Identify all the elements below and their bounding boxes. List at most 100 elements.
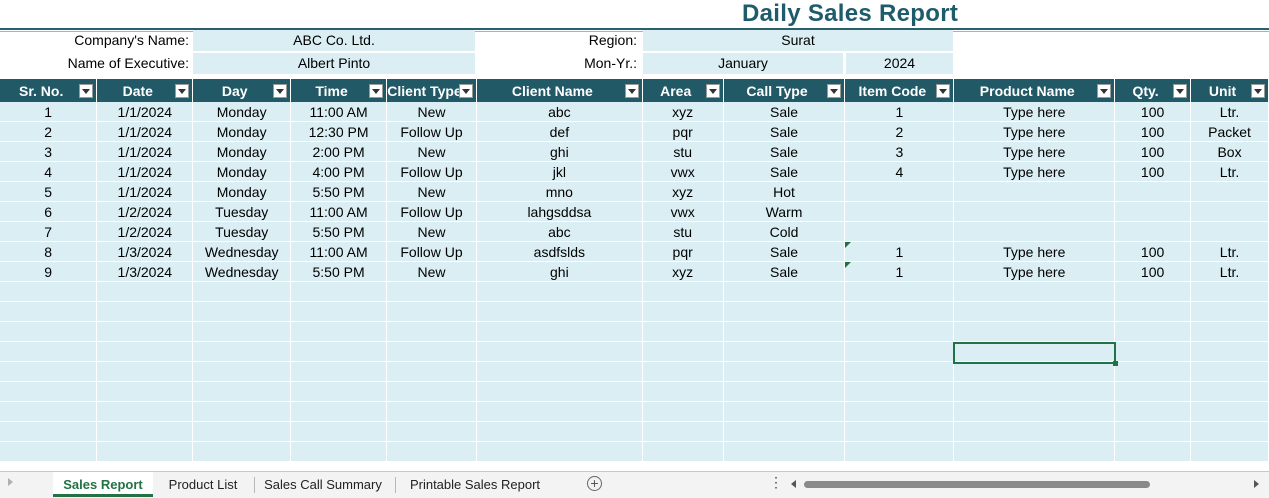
table-cell[interactable] [0,421,98,442]
table-cell[interactable]: def [476,121,643,142]
table-cell[interactable]: 8 [0,241,98,262]
table-cell[interactable] [1190,321,1269,342]
table-cell[interactable]: 100 [1114,261,1192,282]
table-cell[interactable]: Packet [1190,121,1269,142]
table-cell[interactable] [1114,421,1192,442]
filter-dropdown-icon[interactable] [624,84,639,98]
table-cell[interactable] [642,301,724,322]
table-cell[interactable]: Type here [953,241,1116,262]
table-cell[interactable] [723,321,846,342]
filter-dropdown-icon[interactable] [1251,84,1265,98]
month-value[interactable]: January [643,53,843,74]
selected-cell[interactable] [953,342,1116,364]
table-cell[interactable] [1190,381,1269,402]
table-cell[interactable] [476,401,643,422]
table-cell[interactable] [953,281,1116,302]
table-cell[interactable] [953,441,1116,462]
add-sheet-icon[interactable]: + [587,476,602,491]
table-cell[interactable]: ghi [476,141,643,162]
table-cell[interactable]: 4:00 PM [290,161,387,182]
table-cell[interactable] [96,321,194,342]
table-cell[interactable]: 5:50 PM [290,181,387,202]
table-cell[interactable]: Tuesday [192,221,292,242]
table-cell[interactable] [953,201,1116,222]
table-cell[interactable] [0,401,98,422]
table-cell[interactable] [642,341,724,362]
table-cell[interactable]: Ltr. [1190,161,1269,182]
table-cell[interactable] [642,361,724,382]
table-cell[interactable]: pqr [642,241,724,262]
table-cell[interactable] [723,281,846,302]
table-cell[interactable] [192,281,292,302]
sheet-nav-arrow-icon[interactable] [8,478,13,486]
table-cell[interactable]: Wednesday [192,241,292,262]
table-cell[interactable]: Follow Up [386,241,477,262]
table-cell[interactable]: 1/1/2024 [96,181,194,202]
table-cell[interactable] [953,321,1116,342]
table-cell[interactable]: New [386,221,477,242]
table-cell[interactable] [96,361,194,382]
table-cell[interactable]: Monday [192,121,292,142]
error-indicator-icon[interactable] [845,242,852,248]
table-cell[interactable]: vwx [642,161,724,182]
table-cell[interactable] [1114,221,1192,242]
table-cell[interactable] [1114,321,1192,342]
table-cell[interactable] [953,221,1116,242]
table-cell[interactable]: jkl [476,161,643,182]
filter-dropdown-icon[interactable] [827,84,842,98]
table-cell[interactable]: 9 [0,261,98,282]
table-cell[interactable] [953,421,1116,442]
table-cell[interactable] [1114,181,1192,202]
table-cell[interactable] [192,381,292,402]
table-cell[interactable] [386,441,477,462]
table-cell[interactable]: 3 [844,141,955,162]
table-cell[interactable]: Ltr. [1190,241,1269,262]
table-cell[interactable]: 1/1/2024 [96,161,194,182]
table-cell[interactable] [1190,221,1269,242]
table-cell[interactable]: pqr [642,121,724,142]
horizontal-scrollbar[interactable] [804,481,1150,488]
table-cell[interactable]: 1 [844,261,955,282]
table-cell[interactable] [642,321,724,342]
table-cell[interactable]: 1/1/2024 [96,141,194,162]
table-cell[interactable]: New [386,261,477,282]
table-cell[interactable] [844,341,955,362]
table-cell[interactable]: stu [642,141,724,162]
executive-value[interactable]: Albert Pinto [193,53,475,74]
table-cell[interactable] [953,401,1116,422]
table-cell[interactable] [1190,201,1269,222]
table-cell[interactable]: 1/1/2024 [96,121,194,142]
table-cell[interactable] [953,181,1116,202]
table-cell[interactable] [192,361,292,382]
table-cell[interactable]: Type here [953,261,1116,282]
table-cell[interactable]: 4 [0,161,98,182]
table-cell[interactable]: 7 [0,221,98,242]
table-cell[interactable]: 6 [0,201,98,222]
table-cell[interactable]: 2 [0,121,98,142]
table-cell[interactable] [192,301,292,322]
table-cell[interactable]: mno [476,181,643,202]
table-cell[interactable] [476,281,643,302]
table-cell[interactable]: 2 [844,121,955,142]
table-cell[interactable] [1190,181,1269,202]
table-cell[interactable] [290,301,387,322]
table-cell[interactable] [1190,401,1269,422]
table-cell[interactable] [0,361,98,382]
table-cell[interactable]: ghi [476,261,643,282]
table-cell[interactable] [1114,301,1192,322]
table-cell[interactable]: 100 [1114,161,1192,182]
table-cell[interactable] [953,361,1116,382]
table-cell[interactable]: Ltr. [1190,261,1269,282]
table-cell[interactable] [642,421,724,442]
table-cell[interactable] [290,441,387,462]
table-cell[interactable] [96,401,194,422]
table-cell[interactable]: Follow Up [386,121,477,142]
table-cell[interactable]: 1/3/2024 [96,261,194,282]
filter-dropdown-icon[interactable] [1097,84,1112,98]
year-value[interactable]: 2024 [846,53,953,74]
table-cell[interactable] [96,341,194,362]
filter-dropdown-icon[interactable] [175,84,190,98]
table-cell[interactable] [642,381,724,402]
table-cell[interactable]: xyz [642,261,724,282]
table-cell[interactable] [386,421,477,442]
